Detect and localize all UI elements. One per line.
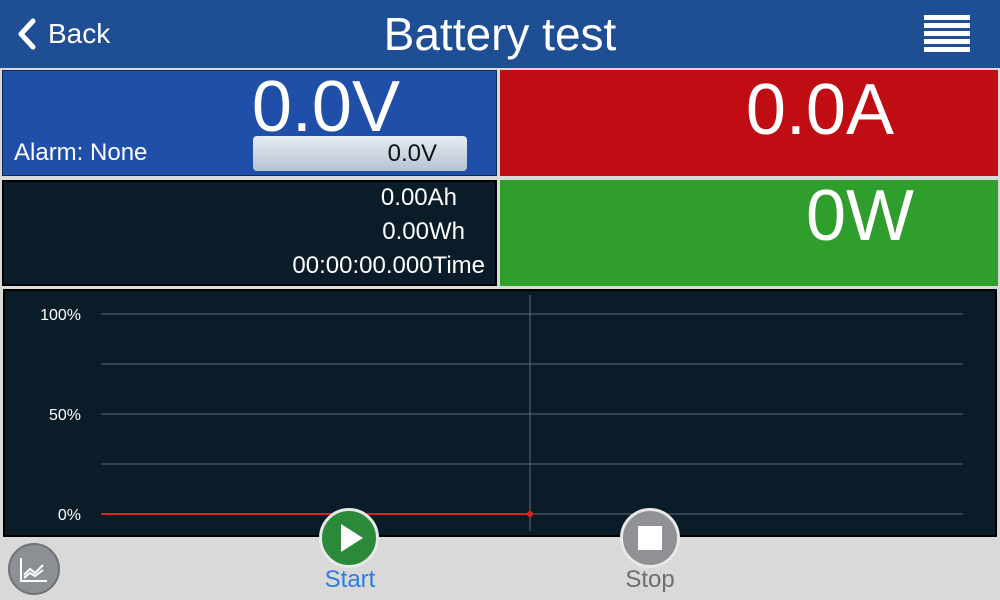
start-label[interactable]: Start [290, 566, 410, 594]
statistics-panel: 0.00Ah 0.00Wh 00:00:00.000Time [2, 180, 497, 286]
y-tick-label: 100% [40, 307, 81, 324]
y-tick-label: 0% [58, 507, 81, 524]
capacity-value: 0.00Ah [380, 184, 457, 211]
play-icon [341, 524, 363, 552]
graph-view-icon [20, 558, 47, 582]
series-end-point [527, 511, 533, 517]
current-panel: 0.0A [500, 70, 998, 176]
voltage-setpoint-field[interactable]: 0.0V [253, 136, 467, 171]
graph-view-button[interactable] [8, 543, 60, 595]
energy-value: 0.00Wh [382, 218, 465, 245]
start-button[interactable] [319, 508, 379, 568]
page-title: Battery test [383, 8, 617, 60]
stop-icon [638, 526, 662, 550]
header-bar: Back Battery test [0, 0, 1000, 68]
power-panel: 0W [500, 180, 998, 286]
alarm-status: Alarm: None [14, 139, 148, 166]
battery-chart: 100% 50% 0% [3, 289, 997, 537]
voltage-value: 0.0V [251, 67, 400, 147]
voltage-panel: 0.0V Alarm: None 0.0V [2, 70, 497, 176]
bottom-bar [0, 539, 1000, 600]
chart-plot: 100% 50% 0% [40, 295, 963, 531]
stop-label[interactable]: Stop [590, 566, 710, 594]
current-value: 0.0A [745, 70, 894, 150]
hamburger-menu-icon[interactable] [924, 15, 970, 53]
power-value: 0W [806, 176, 914, 256]
stop-button[interactable] [620, 508, 680, 568]
y-tick-label: 50% [49, 407, 81, 424]
time-value: 00:00:00.000Time [292, 252, 485, 279]
